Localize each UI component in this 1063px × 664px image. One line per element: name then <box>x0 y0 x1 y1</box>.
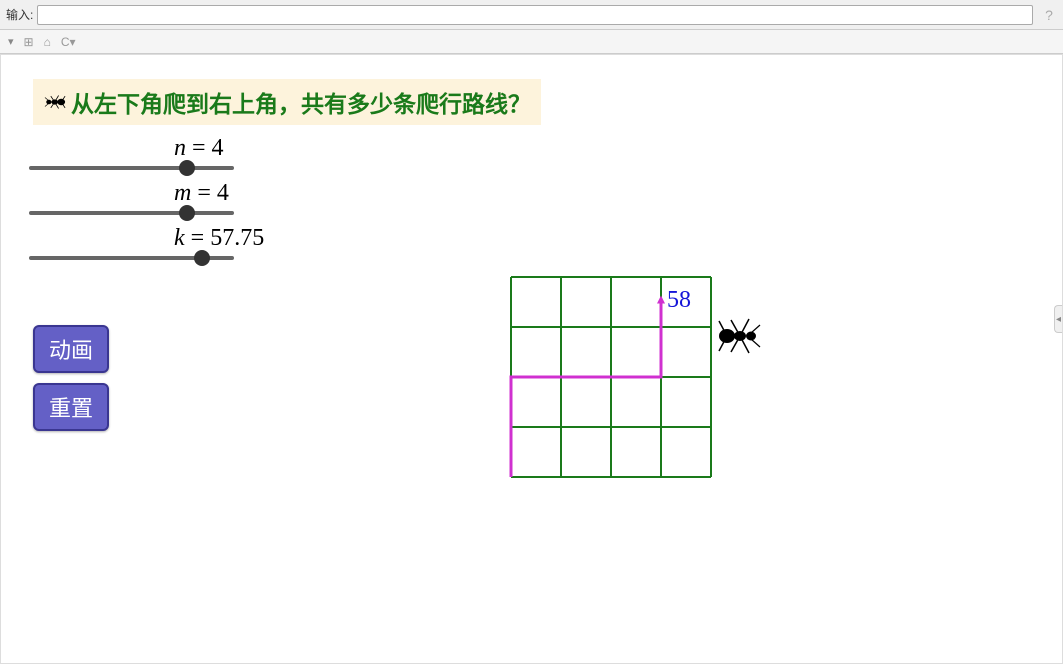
step-counter: 58 <box>667 287 691 314</box>
command-input[interactable] <box>37 5 1033 25</box>
redo-dropdown-icon[interactable]: C▾ <box>61 35 76 49</box>
title-box: 从左下角爬到右上角，共有多少条爬行路线？ <box>33 79 541 125</box>
input-label: 输入: <box>6 6 33 23</box>
slider-n-label: n = 4 <box>174 135 264 162</box>
animate-button[interactable]: 动画 <box>33 325 109 373</box>
grid-toggle-icon[interactable]: ⊞ <box>24 35 34 49</box>
slider-n: n = 4 <box>29 135 264 176</box>
toolbar-dropdown-icon[interactable]: ▾ <box>8 35 14 48</box>
reset-button[interactable]: 重置 <box>33 383 109 431</box>
slider-m-knob[interactable] <box>179 205 195 221</box>
input-bar: 输入: ? <box>0 0 1063 30</box>
ant-icon <box>43 91 69 113</box>
toolbar: ▾ ⊞ ⌂ C▾ <box>0 30 1063 54</box>
ant-large-icon <box>713 313 763 364</box>
grid-area: 58 <box>509 275 713 479</box>
slider-controls: n = 4 m = 4 k = 57.75 <box>29 135 264 270</box>
canvas: 从左下角爬到右上角，共有多少条爬行路线？ n = 4 m = 4 k = 57.… <box>0 54 1063 664</box>
slider-n-track[interactable] <box>29 160 234 176</box>
slider-n-knob[interactable] <box>179 160 195 176</box>
slider-m-label: m = 4 <box>174 180 264 207</box>
slider-k: k = 57.75 <box>29 225 264 266</box>
home-icon[interactable]: ⌂ <box>44 35 51 49</box>
title-text: 从左下角爬到右上角，共有多少条爬行路线？ <box>71 85 531 119</box>
slider-m: m = 4 <box>29 180 264 221</box>
slider-k-label: k = 57.75 <box>174 225 264 252</box>
button-group: 动画 重置 <box>33 325 109 431</box>
slider-k-knob[interactable] <box>194 250 210 266</box>
slider-m-track[interactable] <box>29 205 234 221</box>
side-panel-handle[interactable]: ◂ <box>1054 305 1062 333</box>
slider-k-track[interactable] <box>29 250 234 266</box>
help-icon[interactable]: ? <box>1041 7 1057 23</box>
